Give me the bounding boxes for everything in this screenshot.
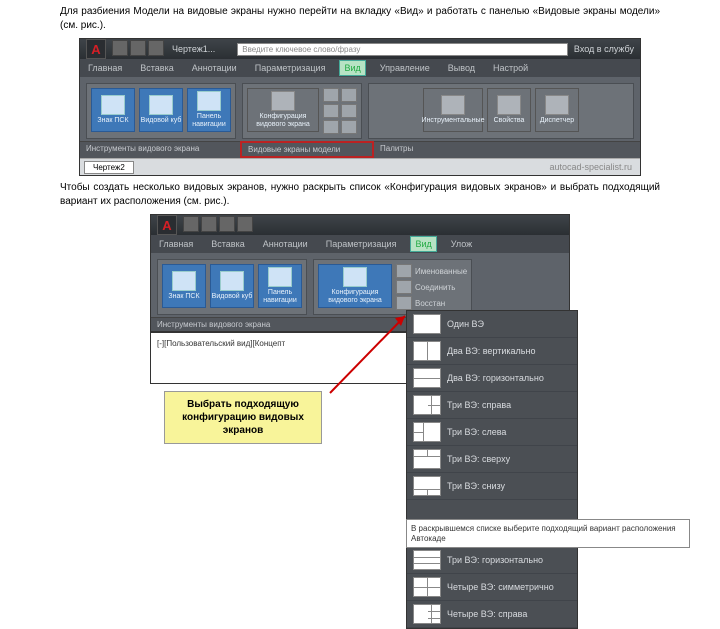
layout-thumb-icon bbox=[413, 577, 441, 597]
drawing-name: Чертеж1... bbox=[172, 44, 215, 54]
dropdown-item-label: Один ВЭ bbox=[447, 319, 484, 329]
layout-thumb-icon bbox=[413, 314, 441, 334]
dropdown-item-label: Четыре ВЭ: справа bbox=[447, 609, 527, 619]
dropdown-item-label: Четыре ВЭ: симметрично bbox=[447, 582, 554, 592]
layout-thumb-icon bbox=[413, 341, 441, 361]
callout-box: Выбрать подходящую конфигурацию видовых … bbox=[164, 391, 322, 444]
layout-thumb-icon bbox=[413, 422, 441, 442]
dropdown-item-label: Три ВЭ: снизу bbox=[447, 481, 505, 491]
btn-viewport-config[interactable]: Конфигурация видового экрана bbox=[247, 88, 319, 132]
search-input[interactable]: Введите ключевое слово/фразу bbox=[237, 43, 568, 56]
tab-home[interactable]: Главная bbox=[155, 237, 197, 251]
dropdown-item-label: Три ВЭ: справа bbox=[447, 400, 511, 410]
dropdown-item[interactable]: Три ВЭ: сверху bbox=[407, 446, 577, 473]
dropdown-item[interactable]: Один ВЭ bbox=[407, 311, 577, 338]
dropdown-item-label: Три ВЭ: сверху bbox=[447, 454, 510, 464]
tab-annot[interactable]: Аннотации bbox=[188, 61, 241, 75]
layout-thumb-icon bbox=[413, 395, 441, 415]
tab-insert[interactable]: Вставка bbox=[136, 61, 177, 75]
quick-access-toolbar[interactable] bbox=[112, 40, 166, 59]
watermark: autocad-specialist.ru bbox=[549, 162, 632, 172]
fig1-autocad-window: A Чертеж1... Введите ключевое слово/фраз… bbox=[79, 38, 641, 176]
btn-ucs-icon[interactable]: Знак ПСК bbox=[91, 88, 135, 132]
btn-tool-palettes[interactable]: Инструментальные bbox=[423, 88, 483, 132]
dropdown-item[interactable]: Три ВЭ: слева bbox=[407, 419, 577, 446]
btn-viewport-config[interactable]: Конфигурация видового экрана bbox=[318, 264, 392, 308]
dropdown-item[interactable]: Три ВЭ: горизонтально bbox=[407, 547, 577, 574]
panel-model-viewports: Конфигурация видового экрана bbox=[242, 83, 362, 139]
viewport-label: [-][Пользовательский вид][Концепт bbox=[157, 339, 285, 348]
dropdown-item-label: Три ВЭ: горизонтально bbox=[447, 555, 543, 565]
layout-thumb-icon bbox=[413, 550, 441, 570]
dropdown-item[interactable]: Два ВЭ: горизонтально bbox=[407, 365, 577, 392]
layout-thumb-icon bbox=[413, 368, 441, 388]
panel-palettes: Инструментальные Свойства Диспетчер bbox=[368, 83, 634, 139]
tab-insert[interactable]: Вставка bbox=[207, 237, 248, 251]
intro-text-2: Чтобы создать несколько видовых экранов,… bbox=[60, 181, 660, 209]
tab-annot[interactable]: Аннотации bbox=[259, 237, 312, 251]
tab-setup[interactable]: Настрой bbox=[489, 61, 532, 75]
viewport-small-grid[interactable] bbox=[323, 88, 357, 134]
quick-access-toolbar[interactable] bbox=[183, 216, 255, 235]
dropdown-item-label: Три ВЭ: слева bbox=[447, 427, 506, 437]
ribbon-tabs[interactable]: Главная Вставка Аннотации Параметризация… bbox=[80, 59, 640, 77]
tooltip: В раскрывшемся списке выберите подходящи… bbox=[406, 519, 690, 548]
btn-named[interactable]: Именованные bbox=[396, 264, 467, 278]
panel-title-palettes: Палитры bbox=[374, 141, 640, 158]
dropdown-item[interactable]: Четыре ВЭ: справа bbox=[407, 601, 577, 628]
panel-title-tools: Инструменты видового экрана bbox=[80, 141, 240, 158]
tab-param[interactable]: Параметризация bbox=[322, 237, 401, 251]
btn-restore[interactable]: Восстан bbox=[396, 296, 467, 310]
btn-nav-panel[interactable]: Панель навигации bbox=[187, 88, 231, 132]
viewport-config-dropdown: Один ВЭ Два ВЭ: вертикально Два ВЭ: горизо… bbox=[406, 310, 578, 629]
tab-manage[interactable]: Управление bbox=[376, 61, 434, 75]
layout-thumb-icon bbox=[413, 449, 441, 469]
btn-viewcube[interactable]: Видовой куб bbox=[139, 88, 183, 132]
intro-text-1: Для разбиения Модели на видовые экраны н… bbox=[60, 5, 660, 33]
drawing-tab[interactable]: Чертеж2 bbox=[84, 161, 134, 174]
app-logo-icon[interactable]: A bbox=[86, 39, 106, 59]
tab-output[interactable]: Вывод bbox=[444, 61, 479, 75]
tab-extra[interactable]: Улож bbox=[447, 237, 476, 251]
signin-link[interactable]: Вход в службу bbox=[574, 44, 634, 54]
dropdown-item-label: Два ВЭ: вертикально bbox=[447, 346, 535, 356]
btn-viewcube[interactable]: Видовой куб bbox=[210, 264, 254, 308]
btn-ucs-icon[interactable]: Знак ПСК bbox=[162, 264, 206, 308]
tab-view[interactable]: Вид bbox=[410, 236, 436, 252]
dropdown-item[interactable]: Два ВЭ: вертикально bbox=[407, 338, 577, 365]
tab-param[interactable]: Параметризация bbox=[251, 61, 330, 75]
btn-nav-panel[interactable]: Панель навигации bbox=[258, 264, 302, 308]
app-logo-icon[interactable]: A bbox=[157, 215, 177, 235]
panel-title-viewports: Видовые экраны модели bbox=[240, 141, 374, 158]
btn-sheet-manager[interactable]: Диспетчер bbox=[535, 88, 579, 132]
btn-properties[interactable]: Свойства bbox=[487, 88, 531, 132]
panel-title-tools: Инструменты видового экрана bbox=[151, 317, 311, 331]
tab-view[interactable]: Вид bbox=[339, 60, 365, 76]
dropdown-item[interactable]: Четыре ВЭ: симметрично bbox=[407, 574, 577, 601]
layout-thumb-icon bbox=[413, 604, 441, 624]
dropdown-item[interactable]: Три ВЭ: справа bbox=[407, 392, 577, 419]
ribbon-tabs[interactable]: Главная Вставка Аннотации Параметризация… bbox=[151, 235, 569, 253]
dropdown-item[interactable]: Три ВЭ: снизу bbox=[407, 473, 577, 500]
tab-home[interactable]: Главная bbox=[84, 61, 126, 75]
layout-thumb-icon bbox=[413, 476, 441, 496]
panel-viewport-tools: Знак ПСК Видовой куб Панель навигации bbox=[86, 83, 236, 139]
dropdown-item-label: Два ВЭ: горизонтально bbox=[447, 373, 544, 383]
btn-join[interactable]: Соединить bbox=[396, 280, 467, 294]
